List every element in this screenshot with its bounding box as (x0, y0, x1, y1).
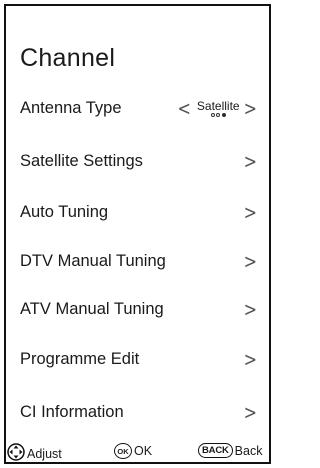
hint-ok-label: OK (134, 444, 153, 458)
menu-item-label: Satellite Settings (20, 151, 143, 170)
menu-item-label: ATV Manual Tuning (20, 299, 164, 318)
chevron-right-icon: > (243, 400, 257, 424)
menu-item-label: CI Information (20, 402, 124, 421)
chevron-right-icon: > (243, 149, 257, 173)
channel-menu-panel: Channel Antenna Type < Satellite > Satel… (4, 4, 271, 464)
page-indicator-dot (216, 112, 221, 117)
hint-back-label: Back (234, 443, 263, 458)
ok-button-icon: OK (114, 443, 132, 459)
page-indicator (210, 112, 226, 117)
menu-item-label: Auto Tuning (20, 202, 109, 221)
antenna-type-row[interactable]: Antenna Type < Satellite > (20, 93, 259, 123)
antenna-type-label: Antenna Type (20, 98, 122, 117)
chevron-right-icon: > (243, 200, 257, 224)
antenna-type-selector[interactable]: < Satellite > (177, 97, 259, 120)
antenna-type-value-wrap: Satellite (197, 100, 240, 117)
dpad-icon (7, 443, 25, 464)
menu-item-label: Programme Edit (20, 349, 140, 368)
chevron-right-icon[interactable]: > (244, 97, 257, 120)
hint-ok: OK OK (114, 443, 152, 459)
hint-back: BACK Back (198, 443, 262, 458)
chevron-right-icon: > (243, 249, 257, 273)
back-button-icon: BACK (198, 443, 233, 458)
menu-item-auto-tuning[interactable]: Auto Tuning > (20, 197, 259, 227)
menu-item-satellite-settings[interactable]: Satellite Settings > (20, 146, 259, 176)
page-indicator-dot (210, 112, 215, 117)
menu-item-programme-edit[interactable]: Programme Edit > (20, 344, 259, 374)
footer-hints: Adjust OK OK BACK Back (6, 443, 269, 463)
chevron-left-icon[interactable]: < (177, 97, 190, 120)
menu-item-atv-manual-tuning[interactable]: ATV Manual Tuning > (20, 294, 259, 324)
menu-item-dtv-manual-tuning[interactable]: DTV Manual Tuning > (20, 246, 259, 276)
menu-item-label: DTV Manual Tuning (20, 251, 166, 270)
chevron-right-icon: > (243, 347, 257, 371)
chevron-right-icon: > (243, 297, 257, 321)
menu-title: Channel (20, 44, 116, 72)
menu-item-ci-information[interactable]: CI Information > (20, 397, 259, 427)
hint-adjust-label: Adjust (27, 446, 62, 461)
page-indicator-dot-active (221, 112, 226, 117)
hint-adjust: Adjust (7, 443, 62, 464)
antenna-type-value: Satellite (196, 98, 240, 113)
